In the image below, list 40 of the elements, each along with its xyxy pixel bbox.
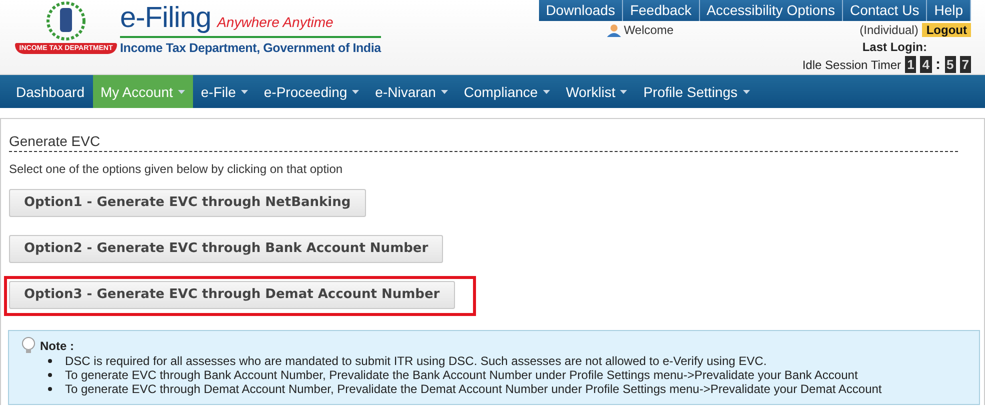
option-button[interactable]: Option3 - Generate EVC through Demat Account Number — [9, 281, 455, 309]
department-name: Income Tax Department, Government of India — [120, 41, 381, 55]
option-button[interactable]: Option2 - Generate EVC through Bank Account Number — [9, 235, 444, 263]
bullet-icon — [48, 359, 52, 363]
note-title: Note : — [40, 338, 74, 352]
emblem-drawing — [46, 1, 86, 41]
top-link[interactable]: Downloads — [538, 0, 624, 21]
bullet-icon — [48, 387, 52, 391]
logout-link[interactable]: Logout — [922, 23, 971, 37]
top-link[interactable]: Feedback — [623, 0, 700, 21]
note-text: To generate EVC through Demat Account Number, Prevalidate the Demat Account Number under Profile Settings menu->Prevalidate your Demat Account — [65, 382, 882, 396]
timer-separator: : — [936, 56, 941, 73]
timer-digit: 5 — [944, 56, 956, 73]
timer-label: Idle Session Timer — [802, 58, 902, 72]
top-link[interactable]: Accessibility Options — [700, 0, 843, 21]
timer-digit: 7 — [960, 56, 971, 73]
nav-tab[interactable]: e-Proceeding — [256, 75, 368, 108]
nav-tab[interactable]: e-Nivaran — [367, 75, 456, 108]
user-icon — [606, 24, 621, 36]
bullet-icon — [48, 373, 52, 377]
note-text: To generate EVC through Bank Account Number, Prevalidate the Bank Account Number under Profile Settings menu->Prevalidate your Bank Account — [65, 368, 858, 382]
welcome-text: Welcome — [624, 23, 674, 37]
brand-name: e-Filing — [120, 2, 212, 35]
option-button[interactable]: Option1 - Generate EVC through NetBanking — [9, 189, 366, 217]
top-link[interactable]: Contact Us — [842, 0, 928, 21]
timer-digit: 1 — [905, 56, 916, 73]
nav-tab[interactable]: Dashboard — [8, 75, 92, 108]
top-link[interactable]: Help — [927, 0, 971, 21]
instruction-text: Select one of the options given below by clicking on that option — [9, 162, 344, 176]
nav-tab[interactable]: Compliance — [456, 75, 558, 108]
user-role: (Individual) — [860, 23, 918, 37]
nav-tab[interactable]: Profile Settings — [635, 75, 758, 108]
timer-digit: 4 — [920, 56, 932, 73]
last-login-label: Last Login: — [862, 40, 927, 54]
nav-tab[interactable]: Worklist — [558, 75, 636, 108]
page-title: Generate EVC — [9, 133, 958, 152]
note-text: DSC is required for all assesses who are mandated to submit ITR using DSC. Such assesses are not allowed to e-Verify using EVC. — [65, 354, 767, 368]
tagline: Anywhere Anytime — [217, 14, 334, 30]
lightbulb-icon — [21, 337, 36, 354]
nav-tab[interactable]: e-File — [192, 75, 256, 108]
